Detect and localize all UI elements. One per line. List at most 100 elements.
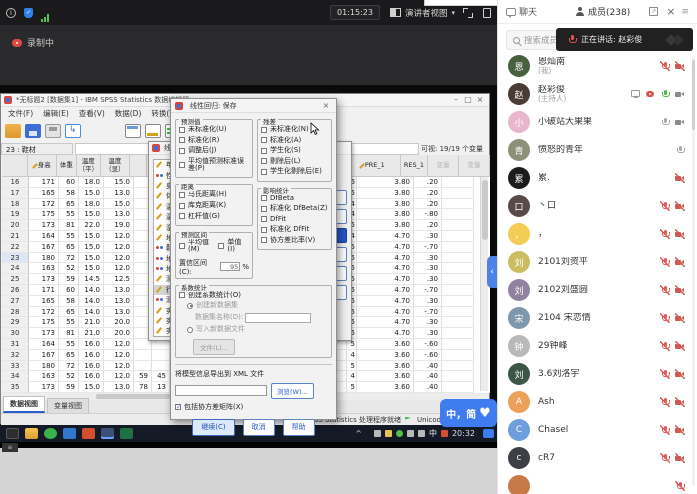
checkbox-row[interactable]: 马氏距离(H) xyxy=(179,191,249,198)
member-row[interactable]: 小 小破站大果果 xyxy=(498,108,697,136)
taskbar-clock[interactable]: 20:32 xyxy=(452,429,475,438)
checkbox-row[interactable]: ✓包括协方差矩阵(X) xyxy=(175,404,332,411)
find-icon[interactable] xyxy=(125,124,141,138)
undo-icon[interactable] xyxy=(85,124,101,138)
tray-app-icon[interactable] xyxy=(441,430,448,437)
row-number-cell[interactable]: 16 xyxy=(2,177,29,188)
member-row[interactable]: 钟 29钟峰 xyxy=(498,332,697,360)
row-number-cell[interactable]: 35 xyxy=(2,382,29,393)
tab-members[interactable]: 成员(238) xyxy=(575,5,630,18)
row-number-cell[interactable]: 28 xyxy=(2,307,29,318)
member-row[interactable]: C Chasel xyxy=(498,416,697,444)
radio-selected[interactable] xyxy=(187,303,193,309)
row-number-cell[interactable]: 33 xyxy=(2,361,29,372)
browse-button[interactable]: 浏览(W)... xyxy=(271,383,314,399)
close-icon[interactable]: × xyxy=(320,100,332,112)
row-number-cell[interactable]: 17 xyxy=(2,188,29,199)
tray-phone-icon[interactable] xyxy=(374,430,381,437)
save-icon[interactable] xyxy=(25,124,41,138)
row-number-cell[interactable]: 32 xyxy=(2,350,29,361)
checkbox-row[interactable]: 创建系数统计(O) xyxy=(179,292,328,299)
column-header[interactable]: 体重 xyxy=(57,155,76,177)
column-header[interactable]: 温度（显） xyxy=(101,155,130,177)
radio-row[interactable]: 写入新数据文件 xyxy=(187,326,328,333)
checkbox-row[interactable]: 单值(I) xyxy=(218,239,243,254)
checkbox-row[interactable]: 标准化 DfFit xyxy=(261,226,328,233)
empty-column-header[interactable]: 变量 xyxy=(428,155,459,177)
cancel-button[interactable]: 取消 xyxy=(243,419,275,436)
tab-variable-view[interactable]: 变量视图 xyxy=(47,398,89,413)
checkbox[interactable] xyxy=(179,148,185,154)
member-row[interactable]: 口 丶口 xyxy=(498,192,697,220)
file-explorer-icon[interactable] xyxy=(25,428,38,439)
menu-item[interactable]: 数据(D) xyxy=(110,108,147,119)
window-mode-icon[interactable] xyxy=(483,8,491,18)
input-language-indicator[interactable]: 中 xyxy=(429,428,437,439)
checkbox-row[interactable]: 标准化(R) xyxy=(179,137,249,144)
checkbox-row[interactable]: DfBeta xyxy=(261,195,328,202)
dataset-name-input[interactable] xyxy=(245,313,311,323)
tray-mail-icon[interactable] xyxy=(407,430,414,437)
checkbox-row[interactable]: 平均值(M) xyxy=(179,239,212,254)
checkbox[interactable] xyxy=(261,227,267,233)
help-button[interactable]: 帮助 xyxy=(283,419,315,436)
popout-icon[interactable]: ↗ xyxy=(649,7,658,16)
checkbox[interactable] xyxy=(261,169,267,175)
fullscreen-icon[interactable] xyxy=(463,8,473,18)
row-number-cell[interactable]: 26 xyxy=(2,285,29,296)
close-panel-icon[interactable]: × xyxy=(666,5,675,18)
checkbox[interactable] xyxy=(179,203,185,209)
tray-expand-icon[interactable]: ^ xyxy=(355,429,362,438)
row-number-cell[interactable]: 23 xyxy=(2,253,29,264)
row-number-cell[interactable]: 34 xyxy=(2,371,29,382)
row-number-cell[interactable]: 22 xyxy=(2,242,29,253)
maximize-button[interactable]: □ xyxy=(462,94,474,106)
member-row[interactable]: 赵 赵彩俊 (主持人) xyxy=(498,80,697,108)
member-row[interactable]: c cR7 xyxy=(498,444,697,472)
print-icon[interactable] xyxy=(45,124,61,138)
view-mode-button[interactable]: 演讲者视图 xyxy=(405,7,448,19)
checkbox[interactable] xyxy=(261,127,267,133)
member-row[interactable]: 刘 2101刘资平 xyxy=(498,248,697,276)
member-row[interactable]: 宋 2104 宋恋情 xyxy=(498,304,697,332)
start-button[interactable] xyxy=(6,428,19,439)
checkbox[interactable] xyxy=(179,162,185,168)
row-number-cell[interactable]: 29 xyxy=(2,317,29,328)
panel-menu-icon[interactable]: ≡ xyxy=(681,7,689,17)
checkbox[interactable] xyxy=(261,137,267,143)
checkbox-row[interactable]: 学生化剔除后(E) xyxy=(261,168,328,175)
column-header[interactable]: PRE_1 xyxy=(346,155,401,177)
taskbar-chat-icon[interactable] xyxy=(483,429,494,438)
row-number-cell[interactable]: 30 xyxy=(2,328,29,339)
tab-chat[interactable]: 聊天 xyxy=(506,5,537,18)
orange-app-icon[interactable] xyxy=(82,428,95,439)
tab-data-view[interactable]: 数据视图 xyxy=(3,396,45,413)
checkbox[interactable] xyxy=(179,127,185,133)
confidence-interval-input[interactable] xyxy=(220,262,240,271)
checkbox[interactable] xyxy=(261,195,267,201)
column-header[interactable] xyxy=(130,155,147,177)
tray-user-icon[interactable] xyxy=(385,430,392,437)
checkbox-row[interactable]: 学生化(S) xyxy=(261,147,328,154)
checkbox-row[interactable]: 平均值预测标准误差(P) xyxy=(179,158,249,173)
checkbox[interactable] xyxy=(179,137,185,143)
checkbox[interactable] xyxy=(261,237,267,243)
empty-column-header[interactable]: 变量 xyxy=(459,155,490,177)
checkbox[interactable] xyxy=(179,243,185,249)
member-row[interactable]: 刘 2102刘盛圆 xyxy=(498,276,697,304)
excel-icon[interactable] xyxy=(120,428,133,439)
checkbox[interactable] xyxy=(261,158,267,164)
recall-icon[interactable] xyxy=(65,124,81,138)
radio-row[interactable]: 创建新数据集 xyxy=(187,302,328,309)
checkbox[interactable] xyxy=(179,213,185,219)
row-number-cell[interactable]: 27 xyxy=(2,296,29,307)
ime-indicator[interactable]: 中，简 ♥ xyxy=(440,399,497,427)
checkbox-row[interactable]: DfFit xyxy=(261,216,328,223)
radio[interactable] xyxy=(187,327,193,333)
menu-item[interactable]: 编辑(E) xyxy=(38,108,74,119)
checkbox[interactable] xyxy=(218,243,224,249)
close-button[interactable]: × xyxy=(474,94,486,106)
file-button[interactable]: 文件(L)... xyxy=(193,339,235,355)
row-number-cell[interactable]: 20 xyxy=(2,220,29,231)
checkbox-checked[interactable]: ✓ xyxy=(175,404,181,410)
